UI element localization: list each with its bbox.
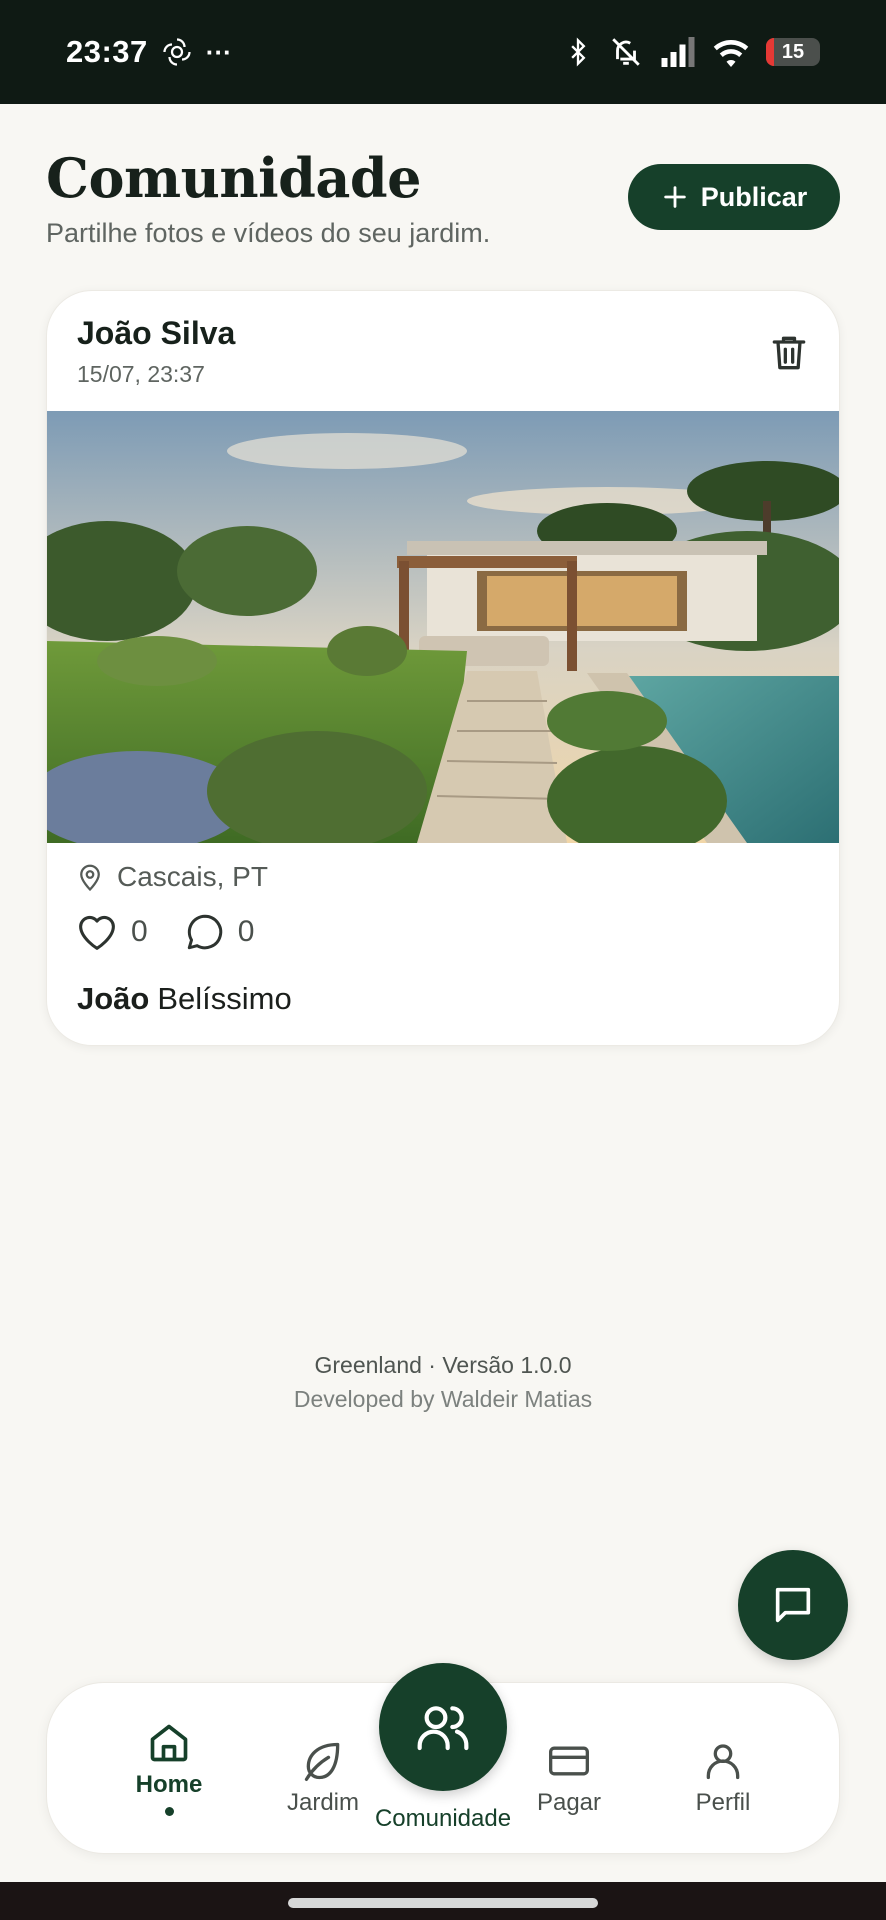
nav-label-home: Home [135,1771,203,1798]
post-card: João Silva 15/07, 23:37 Cascais, PT 0 0 … [46,290,840,1046]
status-right: 15 [564,35,820,69]
plus-icon [663,186,686,208]
caption-author[interactable]: João [77,981,149,1016]
nav-item-comunidade[interactable] [379,1663,507,1791]
nav-item-home[interactable]: Home [99,1683,239,1855]
like-button[interactable]: 0 [75,912,148,952]
comment-icon [187,914,222,950]
status-left: 23:37 ··· [66,34,232,70]
nav-item-pagar[interactable]: Pagar [499,1683,639,1855]
nav-active-dot [164,1807,174,1816]
comment-count: 0 [237,915,255,948]
like-count: 0 [131,915,148,948]
openai-icon [163,38,191,66]
status-bar: 23:37 ··· 15 [0,0,886,104]
comment-button[interactable]: 0 [184,911,255,953]
page-subtitle: Partilhe fotos e vídeos do seu jardim. [46,218,491,248]
heart-icon [79,915,115,950]
publish-label: Publicar [700,181,808,212]
page-title: Comunidade [46,146,422,210]
bottom-nav: Home Jardim Comunidade Pagar Perfil [46,1663,840,1855]
leaf-icon [304,1742,340,1781]
battery-icon: 15 [766,38,820,66]
bell-off-icon [612,38,640,66]
user-icon [706,1744,740,1780]
users-icon [417,1706,469,1751]
status-time: 23:37 [66,34,148,69]
post-location[interactable]: Cascais, PT [75,861,268,893]
battery-fill [766,38,775,66]
publish-button[interactable]: Publicar [628,164,840,230]
map-pin-icon [80,864,100,892]
bluetooth-icon [571,37,586,67]
app-version: Greenland · Versão 1.0.0 [314,1352,572,1378]
post-caption: João Belíssimo [77,981,292,1017]
battery-level: 15 [781,40,805,63]
chat-button[interactable] [738,1550,848,1660]
post-actions: 0 0 [75,911,254,953]
trash-icon[interactable] [767,331,811,375]
nav-item-perfil[interactable]: Perfil [653,1683,793,1855]
status-overflow-icon: ··· [205,36,232,67]
location-text: Cascais, PT [117,861,268,892]
nav-label-perfil: Perfil [695,1789,751,1816]
app-credit: Developed by Waldeir Matias [293,1386,593,1412]
post-author[interactable]: João Silva [77,315,235,352]
post-date: 15/07, 23:37 [77,361,205,387]
caption-text: Belíssimo [157,981,292,1016]
card-icon [549,1746,589,1776]
wifi-icon [713,40,749,67]
nav-label-pagar: Pagar [536,1789,602,1816]
home-indicator[interactable] [288,1898,598,1908]
post-image[interactable] [47,411,840,843]
signal-icon [661,37,695,67]
home-icon [150,1724,188,1762]
message-square-icon [775,1587,811,1623]
